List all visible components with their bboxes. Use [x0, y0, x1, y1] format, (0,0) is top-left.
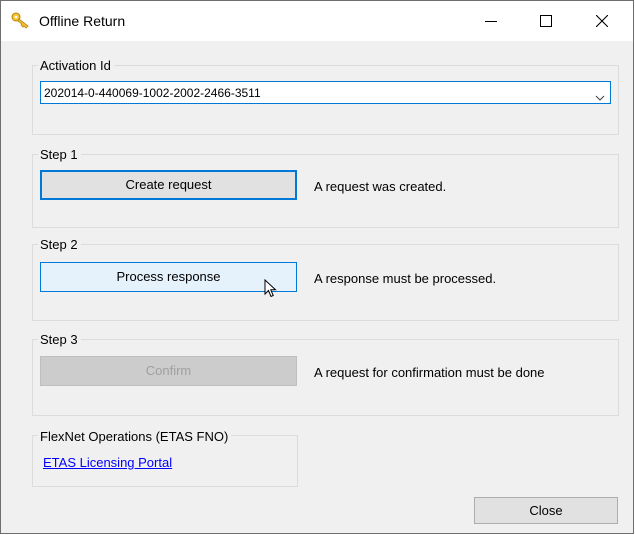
activation-id-combobox[interactable]: 202014-0-440069-1002-2002-2466-3511	[40, 81, 611, 104]
chevron-down-icon[interactable]	[595, 89, 605, 104]
close-icon	[596, 15, 608, 27]
offline-return-window: Offline Return Activation Id 202014-0-44…	[0, 0, 634, 534]
step3-label: Step 3	[38, 332, 81, 347]
close-window-button[interactable]	[579, 1, 625, 41]
maximize-icon	[540, 15, 552, 27]
create-request-button[interactable]: Create request	[40, 170, 297, 200]
process-response-button[interactable]: Process response	[40, 262, 297, 292]
activation-id-value: 202014-0-440069-1002-2002-2466-3511	[44, 86, 261, 100]
close-button[interactable]: Close	[474, 497, 618, 524]
minimize-button[interactable]	[468, 1, 514, 41]
maximize-button[interactable]	[523, 1, 569, 41]
window-title: Offline Return	[39, 13, 126, 29]
step1-status: A request was created.	[314, 179, 447, 194]
step2-status: A response must be processed.	[314, 271, 497, 286]
activation-label: Activation Id	[38, 58, 114, 73]
step1-label: Step 1	[38, 147, 81, 162]
flexnet-label: FlexNet Operations (ETAS FNO)	[38, 429, 232, 444]
etas-licensing-portal-link[interactable]: ETAS Licensing Portal	[43, 455, 172, 470]
step3-status: A request for confirmation must be done	[314, 365, 545, 380]
confirm-button: Confirm	[40, 356, 297, 386]
key-icon	[11, 12, 31, 30]
mouse-cursor-icon	[264, 278, 278, 302]
step2-label: Step 2	[38, 237, 81, 252]
minimize-icon	[485, 15, 497, 27]
title-bar[interactable]: Offline Return	[1, 1, 633, 41]
